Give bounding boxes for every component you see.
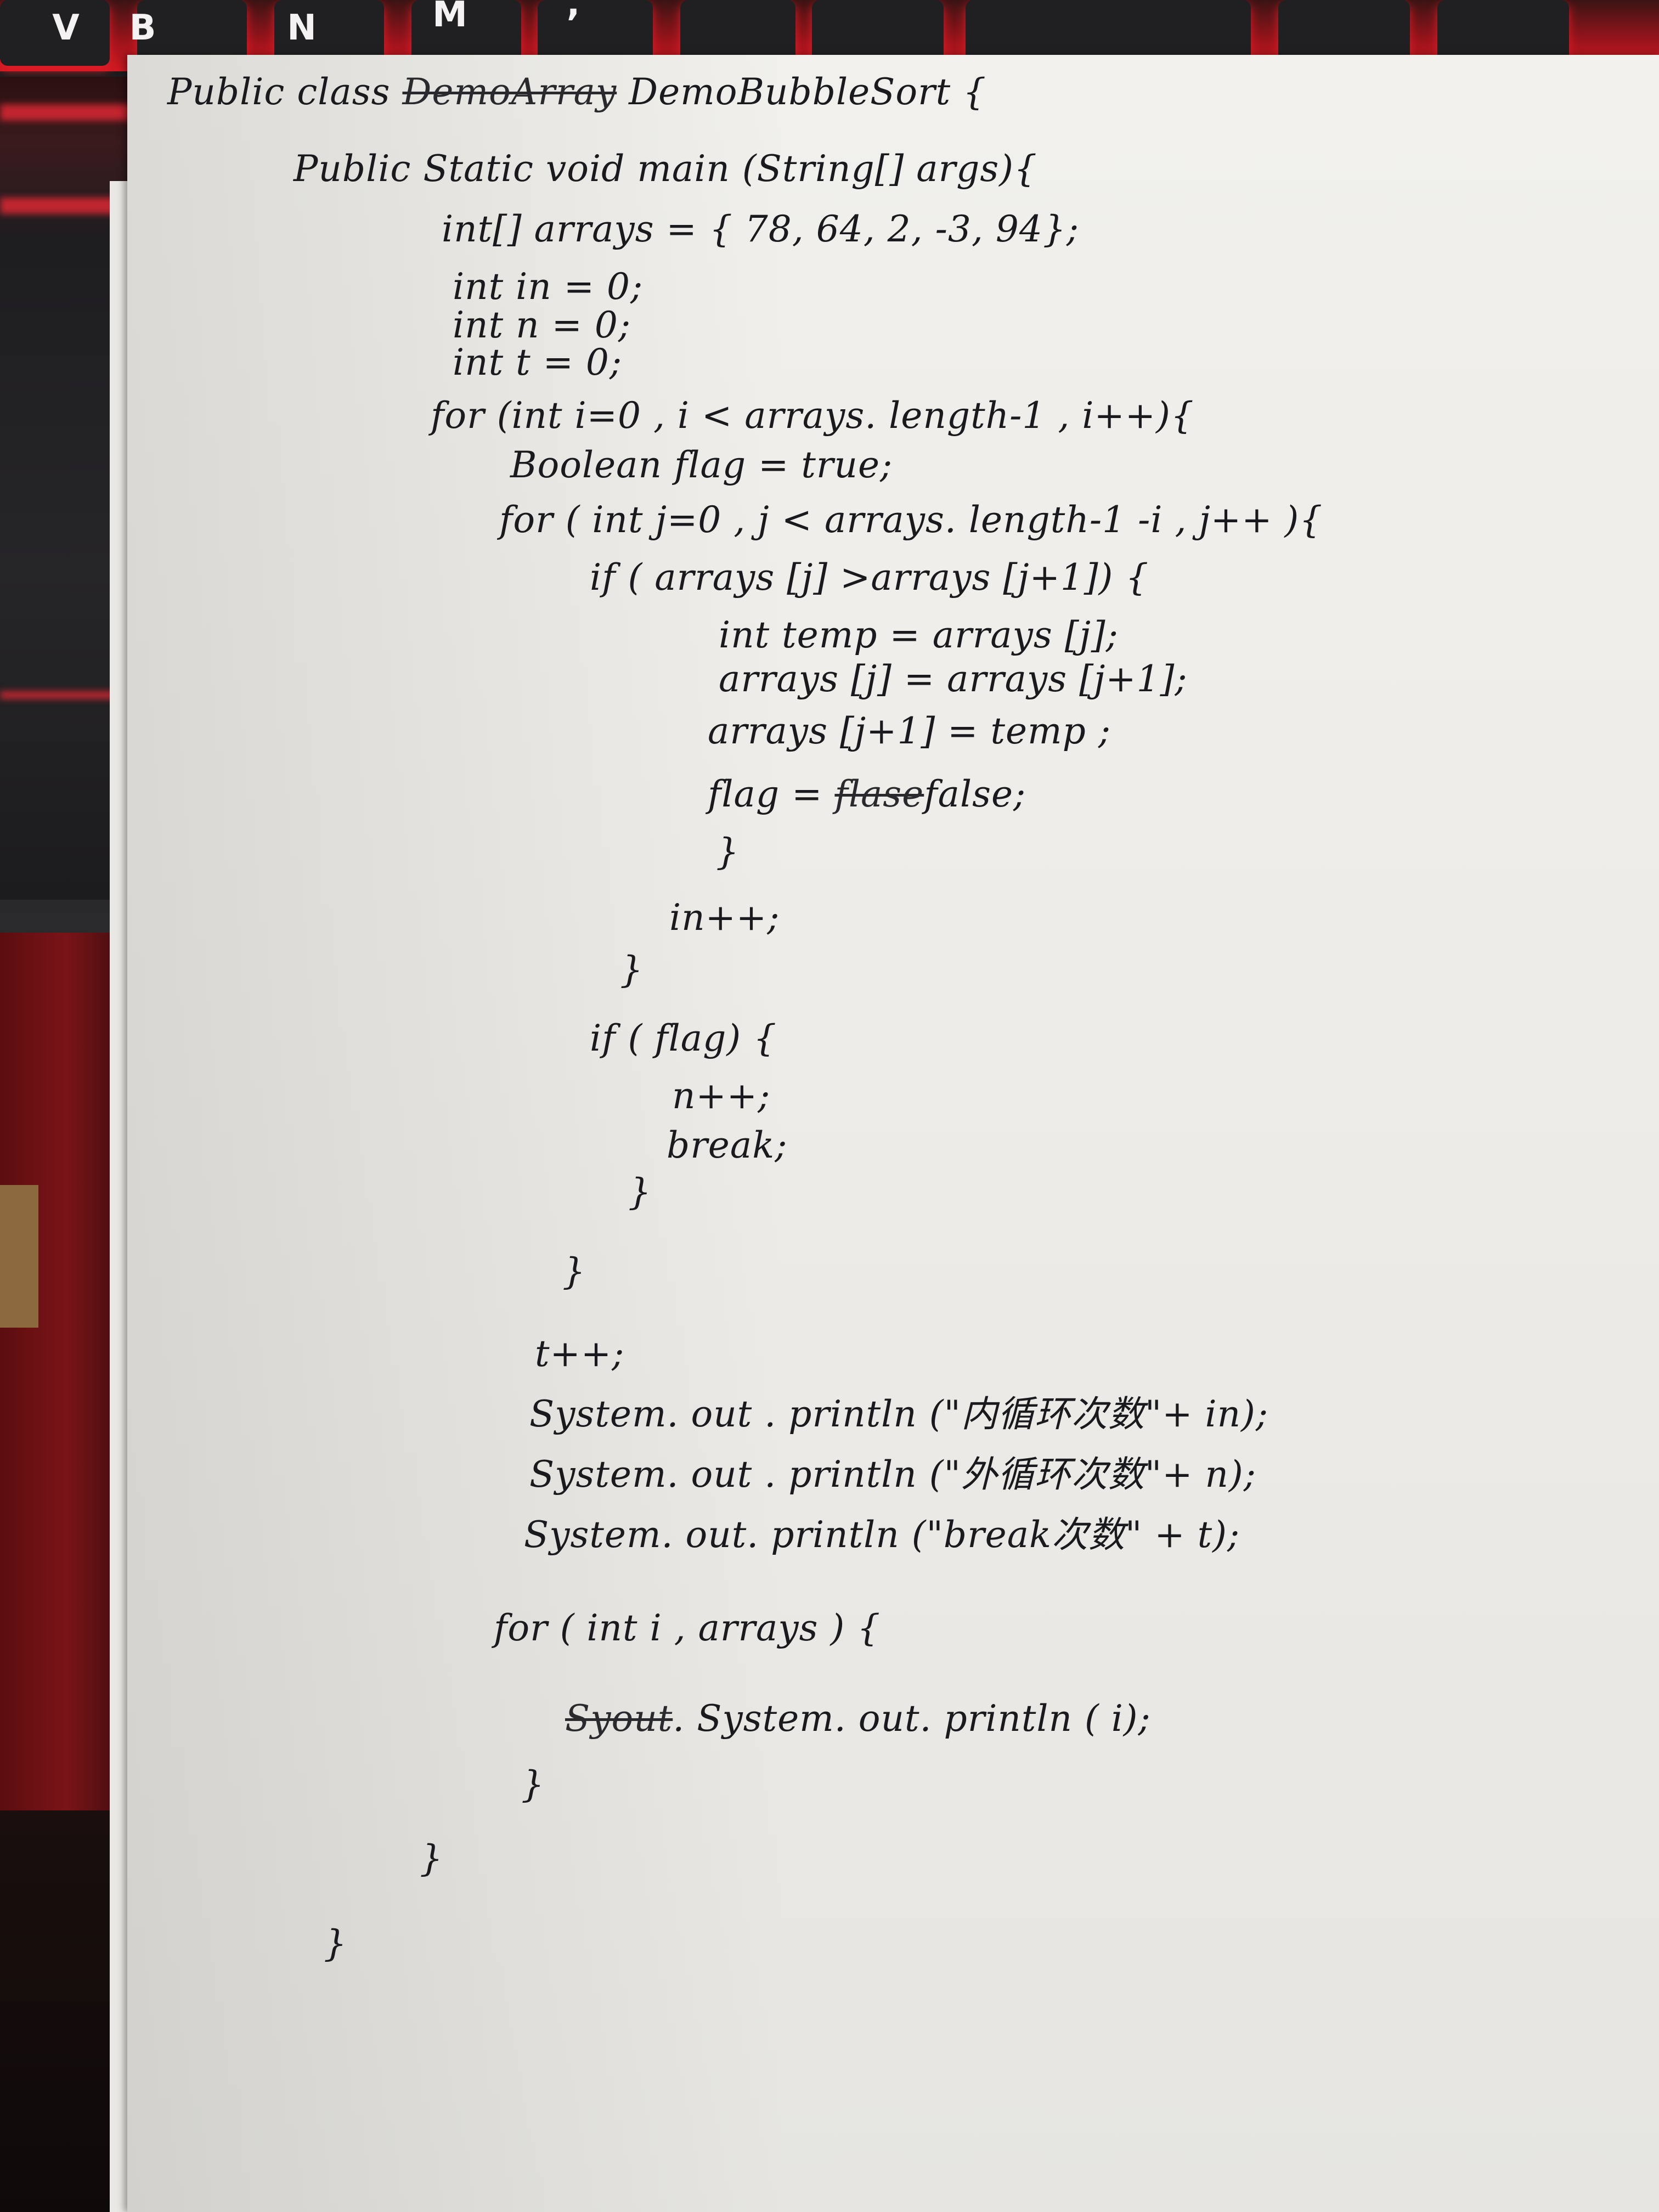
desk-object [0,1185,38,1328]
code-line-flag: Boolean flag = true; [510,444,893,486]
code-line-main: Public Static void main (String[] args){ [294,148,1038,190]
code-line-break: break; [667,1124,788,1166]
code-line-temp: int temp = arrays [j]; [719,614,1119,656]
code-line-flag-false: flag = flasefalse; [708,776,1026,812]
code-line-swap-1: arrays [j] = arrays [j+1]; [719,658,1188,700]
code-line-array: int[] arrays = { 78, 64, 2, -3, 94}; [442,208,1080,250]
code-line-close-outer-for: } [562,1250,586,1293]
code-line-t: int t = 0; [453,341,623,383]
key-glow [0,104,132,121]
code-line-print-i: Syout. System. out. println ( i); [565,1701,1151,1737]
code-text: false; [924,773,1026,815]
key-comma-label: , [566,0,580,24]
code-line-close-if-flag: } [628,1171,652,1213]
code-line-inner-for: for ( int j=0 , j < arrays. length-1 -i … [499,499,1323,541]
code-text: flag = [708,773,823,815]
code-text: . System. out. println ( i); [673,1697,1151,1740]
code-line-outer-for: for (int i=0 , i < arrays. length-1 , i+… [431,394,1194,437]
struck-text: DemoArray [402,71,617,113]
code-line-class: Public class DemoArray DemoBubbleSort { [167,74,986,110]
paper-sheet [127,55,1659,2212]
code-line-in: int in = 0; [453,266,644,308]
struck-text: Syout [565,1697,673,1740]
code-line-close-if: } [716,831,740,873]
code-line-if-compare: if ( arrays [j] >arrays [j+1]) { [590,556,1149,599]
struck-text: flase [834,773,924,815]
key-n-label: N [287,8,317,48]
code-line-print-inner: System. out . println ("内循环次数"+ in); [529,1393,1269,1435]
code-line-close-for-each: } [521,1763,545,1805]
code-line-close-class: } [324,1922,347,1965]
code-line-n: int n = 0; [453,304,631,346]
code-line-for-each: for ( int i , arrays ) { [494,1607,881,1649]
code-line-in-increment: in++; [669,896,780,939]
code-line-close-main: } [420,1837,443,1880]
code-line-n-increment: n++; [672,1075,771,1117]
key-m-label: M [432,0,467,35]
key-b-label: B [129,8,156,48]
code-line-close-inner-for: } [620,949,644,991]
code-text: DemoBubbleSort { [629,71,987,113]
code-line-print-break: System. out. println ("break次数" + t); [524,1514,1240,1556]
code-text: Public class [167,71,391,113]
code-line-if-flag: if ( flag) { [590,1017,777,1059]
code-line-t-increment: t++; [535,1333,625,1375]
code-line-print-outer: System. out . println ("外循环次数"+ n); [529,1453,1256,1496]
code-line-swap-2: arrays [j+1] = temp ; [708,710,1111,752]
